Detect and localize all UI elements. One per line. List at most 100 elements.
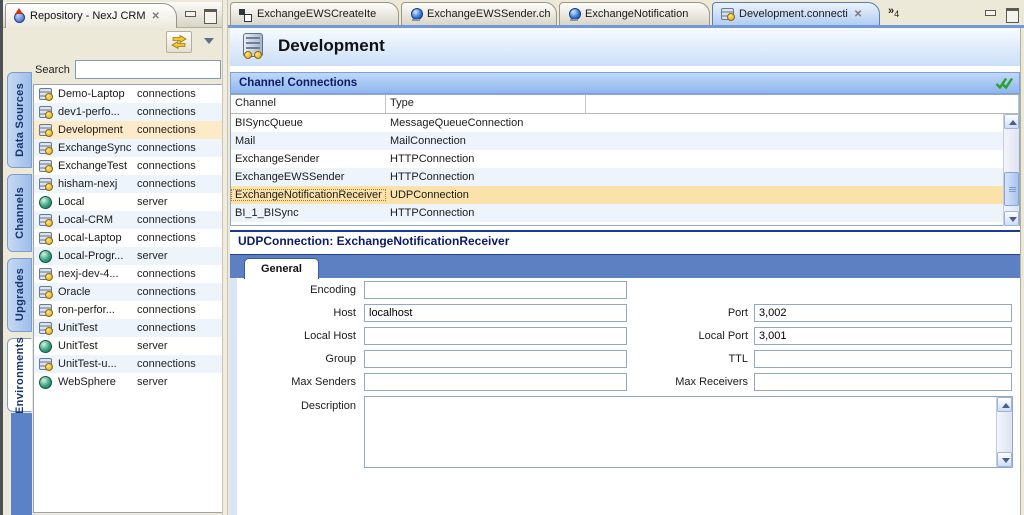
editor-area: ExchangeEWSCreateIte ExchangeEWSSender.c… bbox=[228, 0, 1024, 515]
port-field[interactable] bbox=[754, 304, 1012, 322]
cell-type: UDPConnection bbox=[386, 189, 586, 201]
scroll-up-icon[interactable] bbox=[997, 397, 1012, 412]
link-with-editor-button[interactable] bbox=[166, 31, 192, 53]
table-body: BISyncQueue MessageQueueConnection Mail … bbox=[231, 114, 1019, 222]
table-row[interactable]: ExchangeEWSSender HTTPConnection bbox=[231, 168, 1019, 186]
channel-connections-header: Channel Connections bbox=[230, 72, 1020, 94]
list-item[interactable]: ExchangeTest connections bbox=[34, 157, 222, 175]
tab-label: Channels bbox=[14, 187, 26, 239]
tab-exchangeewscreateite[interactable]: ExchangeEWSCreateIte bbox=[230, 2, 399, 25]
list-item[interactable]: Local-Progr... server bbox=[34, 247, 222, 265]
environments-list: Demo-Laptop connections dev1-perfo... co… bbox=[33, 84, 223, 513]
group-field[interactable] bbox=[364, 350, 627, 368]
encoding-field[interactable] bbox=[364, 281, 627, 299]
ttl-label: TTL bbox=[630, 353, 748, 365]
tab-overflow-button[interactable]: »4 bbox=[888, 5, 899, 19]
connections-icon bbox=[39, 160, 52, 172]
table-row[interactable]: BISyncQueue MessageQueueConnection bbox=[231, 114, 1019, 132]
maximize-editor-button[interactable] bbox=[1006, 8, 1018, 19]
list-item[interactable]: ExchangeSync connections bbox=[34, 139, 222, 157]
description-field[interactable] bbox=[365, 397, 995, 467]
view-menu-icon[interactable] bbox=[204, 38, 214, 44]
list-item[interactable]: UnitTest server bbox=[34, 337, 222, 355]
valid-check-icon bbox=[995, 76, 1013, 94]
cell-type: HTTPConnection bbox=[386, 207, 586, 219]
item-type: server bbox=[137, 340, 168, 352]
editor-content: Development Channel Connections Channel … bbox=[230, 28, 1020, 515]
tab-general[interactable]: General bbox=[244, 258, 319, 279]
sidebar-tab-environments[interactable]: Environments bbox=[7, 338, 32, 412]
repository-icon bbox=[12, 9, 25, 23]
channel-icon bbox=[410, 8, 422, 21]
scroll-down-icon[interactable] bbox=[1004, 211, 1019, 226]
detail-title: UDPConnection: ExchangeNotificationRecei… bbox=[238, 234, 509, 248]
minimize-view-button[interactable] bbox=[184, 9, 196, 20]
host-field[interactable] bbox=[364, 304, 627, 322]
list-item[interactable]: UnitTest connections bbox=[34, 319, 222, 337]
item-type: server bbox=[137, 196, 168, 208]
local-port-label: Local Port bbox=[630, 330, 748, 342]
list-item[interactable]: nexj-dev-4... connections bbox=[34, 265, 222, 283]
table-row[interactable]: BI_1_BISync HTTPConnection bbox=[231, 204, 1019, 222]
tab-exchangenotification[interactable]: ExchangeNotification bbox=[559, 2, 710, 25]
table-row[interactable]: ExchangeSender HTTPConnection bbox=[231, 150, 1019, 168]
page-title: Development bbox=[278, 36, 385, 56]
item-type: server bbox=[137, 250, 168, 262]
item-name: UnitTest bbox=[58, 322, 137, 334]
list-item[interactable]: Oracle connections bbox=[34, 283, 222, 301]
close-icon[interactable]: ✕ bbox=[151, 11, 161, 22]
list-item[interactable]: ron-perfor... connections bbox=[34, 301, 222, 319]
hidden-tab-count: 4 bbox=[894, 9, 899, 19]
sidebar-tab-channels[interactable]: Channels bbox=[7, 174, 32, 252]
item-type: connections bbox=[137, 304, 196, 316]
tab-development-connections[interactable]: Development.connecti ✕ bbox=[712, 2, 880, 25]
list-item[interactable]: Local-Laptop connections bbox=[34, 229, 222, 247]
description-scrollbar[interactable] bbox=[996, 397, 1012, 467]
list-item[interactable]: UnitTest-u... connections bbox=[34, 355, 222, 373]
server-icon bbox=[39, 376, 52, 389]
maximize-view-button[interactable] bbox=[204, 9, 216, 20]
sidebar-tab-upgrades[interactable]: Upgrades bbox=[7, 258, 32, 332]
description-field-container bbox=[364, 396, 1013, 468]
scroll-up-icon[interactable] bbox=[1004, 114, 1019, 129]
connections-icon bbox=[39, 106, 52, 118]
connections-icon bbox=[39, 322, 52, 334]
tab-exchangeewssender[interactable]: ExchangeEWSSender.ch bbox=[401, 2, 557, 25]
list-item[interactable]: Demo-Laptop connections bbox=[34, 85, 222, 103]
item-name: Local-Progr... bbox=[58, 250, 137, 262]
detail-tab-bar: General bbox=[230, 254, 1020, 278]
list-item[interactable]: WebSphere server bbox=[34, 373, 222, 391]
list-item[interactable]: hisham-nexj connections bbox=[34, 175, 222, 193]
repository-view-tab[interactable]: Repository - NexJ CRM ✕ bbox=[5, 3, 177, 28]
scroll-down-icon[interactable] bbox=[997, 452, 1012, 467]
list-item[interactable]: Local-CRM connections bbox=[34, 211, 222, 229]
group-label: Group bbox=[238, 353, 356, 365]
tab-label: General bbox=[261, 263, 302, 275]
local-port-field[interactable] bbox=[754, 327, 1012, 345]
section-title: Channel Connections bbox=[239, 77, 357, 89]
table-scrollbar[interactable] bbox=[1003, 114, 1019, 226]
item-type: server bbox=[137, 376, 168, 388]
minimize-editor-button[interactable] bbox=[984, 8, 996, 19]
column-type[interactable]: Type bbox=[386, 95, 586, 113]
table-row[interactable]: Mail MailConnection bbox=[231, 132, 1019, 150]
local-host-field[interactable] bbox=[364, 327, 627, 345]
view-toolbar bbox=[3, 29, 222, 56]
link-with-editor-icon bbox=[171, 35, 187, 49]
cell-channel: BISyncQueue bbox=[231, 117, 386, 129]
table-row-selected[interactable]: ExchangeNotificationReceiver UDPConnecti… bbox=[231, 186, 1019, 204]
sidebar-tab-data-sources[interactable]: Data Sources bbox=[7, 72, 32, 168]
item-name: dev1-perfo... bbox=[58, 106, 137, 118]
cell-channel: ExchangeNotificationReceiver bbox=[231, 189, 386, 201]
list-item-selected[interactable]: Development connections bbox=[34, 121, 222, 139]
search-input[interactable] bbox=[75, 60, 221, 79]
tab-label: ExchangeEWSSender.ch bbox=[427, 8, 551, 20]
max-senders-field[interactable] bbox=[364, 373, 627, 391]
max-receivers-field[interactable] bbox=[754, 373, 1012, 391]
list-item[interactable]: dev1-perfo... connections bbox=[34, 103, 222, 121]
column-channel[interactable]: Channel bbox=[231, 95, 386, 113]
ttl-field[interactable] bbox=[754, 350, 1012, 368]
close-icon[interactable]: ✕ bbox=[853, 9, 863, 20]
list-item[interactable]: Local server bbox=[34, 193, 222, 211]
scrollbar-thumb[interactable] bbox=[1004, 172, 1019, 206]
